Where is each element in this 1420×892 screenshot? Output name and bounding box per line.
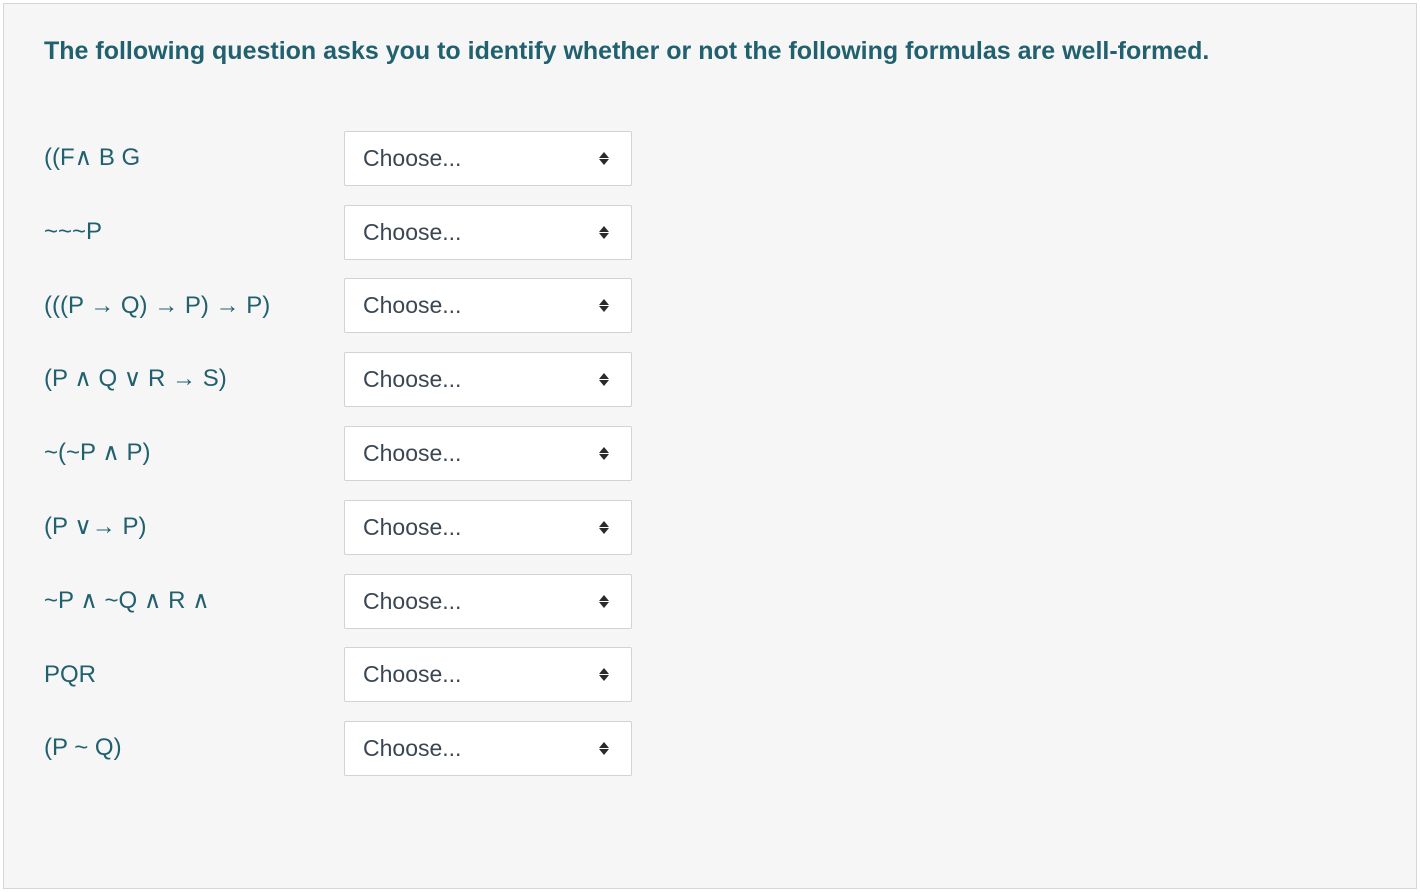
formula-label: (P ~ Q) [44, 714, 344, 783]
formula-select-4[interactable]: Choose... [344, 352, 632, 407]
formula-label: ~~~P [44, 198, 344, 267]
select-arrows-icon [599, 373, 609, 386]
formula-label: (P ∧ Q ∨ R → S) [44, 345, 344, 414]
formula-label: ((F∧ B G [44, 124, 344, 193]
formula-label: (P ∨→ P) [44, 493, 344, 562]
select-placeholder-text: Choose... [363, 735, 599, 762]
formula-grid: ((F∧ B G Choose... ~~~P Choose... (((P →… [44, 124, 1376, 783]
select-placeholder-text: Choose... [363, 440, 599, 467]
select-placeholder-text: Choose... [363, 292, 599, 319]
select-arrows-icon [599, 226, 609, 239]
formula-select-3[interactable]: Choose... [344, 278, 632, 333]
select-arrows-icon [599, 521, 609, 534]
select-arrows-icon [599, 299, 609, 312]
question-prompt: The following question asks you to ident… [44, 34, 1304, 69]
formula-label: (((P → Q) → P) → P) [44, 272, 344, 341]
formula-select-2[interactable]: Choose... [344, 205, 632, 260]
select-arrows-icon [599, 595, 609, 608]
select-placeholder-text: Choose... [363, 219, 599, 246]
select-placeholder-text: Choose... [363, 366, 599, 393]
select-placeholder-text: Choose... [363, 588, 599, 615]
formula-label: ~P ∧ ~Q ∧ R ∧ [44, 567, 344, 636]
select-placeholder-text: Choose... [363, 514, 599, 541]
select-arrows-icon [599, 152, 609, 165]
formula-label: ~(~P ∧ P) [44, 419, 344, 488]
formula-label: PQR [44, 641, 344, 710]
select-arrows-icon [599, 447, 609, 460]
formula-select-7[interactable]: Choose... [344, 574, 632, 629]
select-arrows-icon [599, 668, 609, 681]
select-arrows-icon [599, 742, 609, 755]
select-placeholder-text: Choose... [363, 661, 599, 688]
formula-select-9[interactable]: Choose... [344, 721, 632, 776]
formula-select-6[interactable]: Choose... [344, 500, 632, 555]
formula-select-5[interactable]: Choose... [344, 426, 632, 481]
question-container: The following question asks you to ident… [3, 3, 1417, 889]
formula-select-1[interactable]: Choose... [344, 131, 632, 186]
formula-select-8[interactable]: Choose... [344, 647, 632, 702]
select-placeholder-text: Choose... [363, 145, 599, 172]
